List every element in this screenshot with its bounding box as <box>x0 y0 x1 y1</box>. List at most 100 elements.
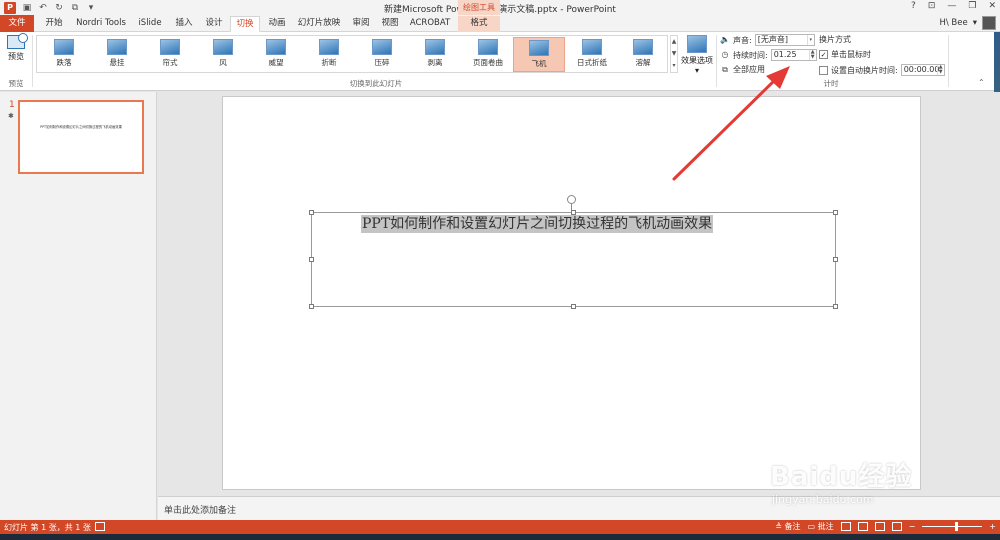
resize-handle[interactable] <box>309 304 314 309</box>
redo-icon[interactable]: ↻ <box>54 3 64 13</box>
tab-acrobat[interactable]: ACROBAT <box>406 16 454 32</box>
normal-view-icon[interactable] <box>840 522 851 531</box>
resize-handle[interactable] <box>571 304 576 309</box>
notes-toggle[interactable]: ≜ 备注 <box>775 521 800 532</box>
sound-row: 🔈 声音: [无声音] ▾ <box>720 34 815 46</box>
status-bar: 幻灯片 第 1 张，共 1 张 ≜ 备注 ▭ 批注 − + <box>0 520 1000 534</box>
after-time-input[interactable]: 00:00.00 ▲ ▼ <box>900 64 945 76</box>
effect-options-button[interactable]: 效果选项 ▾ <box>681 34 713 78</box>
preview-button[interactable]: 预览 <box>3 33 29 74</box>
powerpoint-logo-icon[interactable]: P <box>4 1 16 14</box>
after-checkbox[interactable] <box>819 65 828 75</box>
tab-islide[interactable]: iSlide <box>134 16 166 32</box>
preview-icon <box>7 33 28 49</box>
tab-transitions[interactable]: 切换 <box>230 16 260 32</box>
after-time-stepper[interactable]: ▲ ▼ <box>936 65 944 75</box>
apply-all-button[interactable]: ⧉ 全部应用 <box>720 64 765 75</box>
on-click-checkbox[interactable]: ✓ <box>819 50 828 59</box>
tab-design[interactable]: 设计 <box>200 16 228 32</box>
reading-view-icon[interactable] <box>874 522 885 531</box>
tab-review[interactable]: 审阅 <box>348 16 374 32</box>
quick-access-toolbar: P ▣ ↶ ↻ ⧉ ▾ <box>4 1 96 14</box>
tab-file[interactable]: 文件 <box>0 15 34 32</box>
tab-slideshow[interactable]: 幻灯片放映 <box>293 16 345 32</box>
notes-placeholder[interactable]: 单击此处添加备注 <box>164 503 236 516</box>
comments-toggle[interactable]: ▭ 批注 <box>807 521 833 532</box>
minimize-icon[interactable]: — <box>947 1 956 11</box>
group-label-timing: 计时 <box>823 79 839 88</box>
resize-handle[interactable] <box>833 304 838 309</box>
transition-peel-off[interactable]: 剥离 <box>409 37 461 72</box>
sound-select[interactable]: [无声音] ▾ <box>754 34 815 46</box>
transition-origami[interactable]: 日式折纸 <box>566 37 618 72</box>
gallery-scroll[interactable]: ▲ ▼ ▾ <box>670 35 678 73</box>
zoom-slider[interactable] <box>922 522 983 531</box>
windows-taskbar <box>0 534 1000 540</box>
transition-airplane[interactable]: 飞机 <box>513 37 565 72</box>
zoom-out-icon[interactable]: − <box>909 522 916 531</box>
rotate-handle-icon[interactable] <box>567 195 576 204</box>
comment-icon: ▭ <box>807 522 816 531</box>
transition-page-curl[interactable]: 页面卷曲 <box>462 37 514 72</box>
undo-icon[interactable]: ↶ <box>38 3 48 13</box>
slideshow-view-icon[interactable] <box>891 522 902 531</box>
spell-check-icon[interactable] <box>95 522 105 531</box>
fracture-icon <box>319 39 339 55</box>
close-icon[interactable]: ✕ <box>988 1 996 11</box>
curtains-icon <box>160 39 180 55</box>
help-icon[interactable]: ? <box>911 1 916 11</box>
customize-qat-icon[interactable]: ▾ <box>86 3 96 13</box>
restore-icon[interactable]: ❐ <box>968 1 976 11</box>
user-name[interactable]: H\ Bee <box>939 18 967 28</box>
resize-handle[interactable] <box>833 257 838 262</box>
gallery-more-icon[interactable]: ▾ <box>671 60 677 72</box>
tab-animations[interactable]: 动画 <box>263 16 291 32</box>
wind-icon <box>213 39 233 55</box>
transition-drape[interactable]: 悬挂 <box>91 37 143 72</box>
resize-handle[interactable] <box>833 210 838 215</box>
transition-indicator-icon: ✱ <box>8 112 14 120</box>
start-slideshow-icon[interactable]: ⧉ <box>70 3 80 13</box>
tab-insert[interactable]: 插入 <box>170 16 198 32</box>
transition-label: 溶解 <box>635 58 651 67</box>
transition-label: 帘式 <box>162 58 178 67</box>
transition-dissolve[interactable]: 溶解 <box>617 37 669 72</box>
duration-stepper[interactable]: ▲ ▼ <box>808 50 816 60</box>
ribbon-display-options-icon[interactable]: ⊡ <box>928 1 936 11</box>
title-placeholder[interactable]: PPT如何制作和设置幻灯片之间切换过程的飞机动画效果 <box>309 195 838 309</box>
resize-handle[interactable] <box>309 257 314 262</box>
zoom-slider-thumb[interactable] <box>955 522 959 531</box>
slide-title-text[interactable]: PPT如何制作和设置幻灯片之间切换过程的飞机动画效果 <box>361 215 714 233</box>
transition-fall-over[interactable]: 跌落 <box>38 37 90 72</box>
resize-handle[interactable] <box>309 210 314 215</box>
duration-input[interactable]: 01.25 ▲ ▼ <box>770 49 817 61</box>
tab-format[interactable]: 格式 <box>458 16 500 32</box>
save-icon[interactable]: ▣ <box>22 3 32 13</box>
status-bar-right: ≜ 备注 ▭ 批注 − + <box>775 521 996 532</box>
group-separator <box>716 35 717 87</box>
transition-curtains[interactable]: 帘式 <box>144 37 196 72</box>
thumbnail-title: PPT如何制作和设置幻灯片之间切换过程的飞机动画效果 <box>40 125 122 129</box>
transition-fracture[interactable]: 折断 <box>303 37 355 72</box>
avatar[interactable] <box>982 16 996 30</box>
tab-home[interactable]: 开始 <box>40 16 68 32</box>
slide-canvas[interactable]: PPT如何制作和设置幻灯片之间切换过程的飞机动画效果 <box>222 96 921 490</box>
advance-slide-heading-text: 换片方式 <box>819 35 851 44</box>
collapse-ribbon-icon[interactable]: ⌃ <box>978 78 985 87</box>
tab-nordri-tools[interactable]: Nordri Tools <box>72 16 130 32</box>
speaker-icon: 🔈 <box>720 35 730 44</box>
transition-crush[interactable]: 压碎 <box>356 37 408 72</box>
zoom-in-icon[interactable]: + <box>989 522 996 531</box>
contextual-tab-group-label: 绘图工具 <box>458 0 500 15</box>
gallery-scroll-up-icon[interactable]: ▲ <box>671 36 677 48</box>
drape-icon <box>107 39 127 55</box>
gallery-scroll-down-icon[interactable]: ▼ <box>671 48 677 60</box>
account-dropdown-icon[interactable]: ▾ <box>973 18 977 28</box>
account-area[interactable]: H\ Bee ▾ <box>939 16 996 30</box>
tab-view[interactable]: 视图 <box>377 16 403 32</box>
slide-thumbnail[interactable]: PPT如何制作和设置幻灯片之间切换过程的飞机动画效果 <box>18 100 144 174</box>
transition-prestige[interactable]: 威望 <box>250 37 302 72</box>
transition-wind[interactable]: 风 <box>197 37 249 72</box>
slide-sorter-view-icon[interactable] <box>857 522 868 531</box>
transition-label: 剥离 <box>427 58 443 67</box>
